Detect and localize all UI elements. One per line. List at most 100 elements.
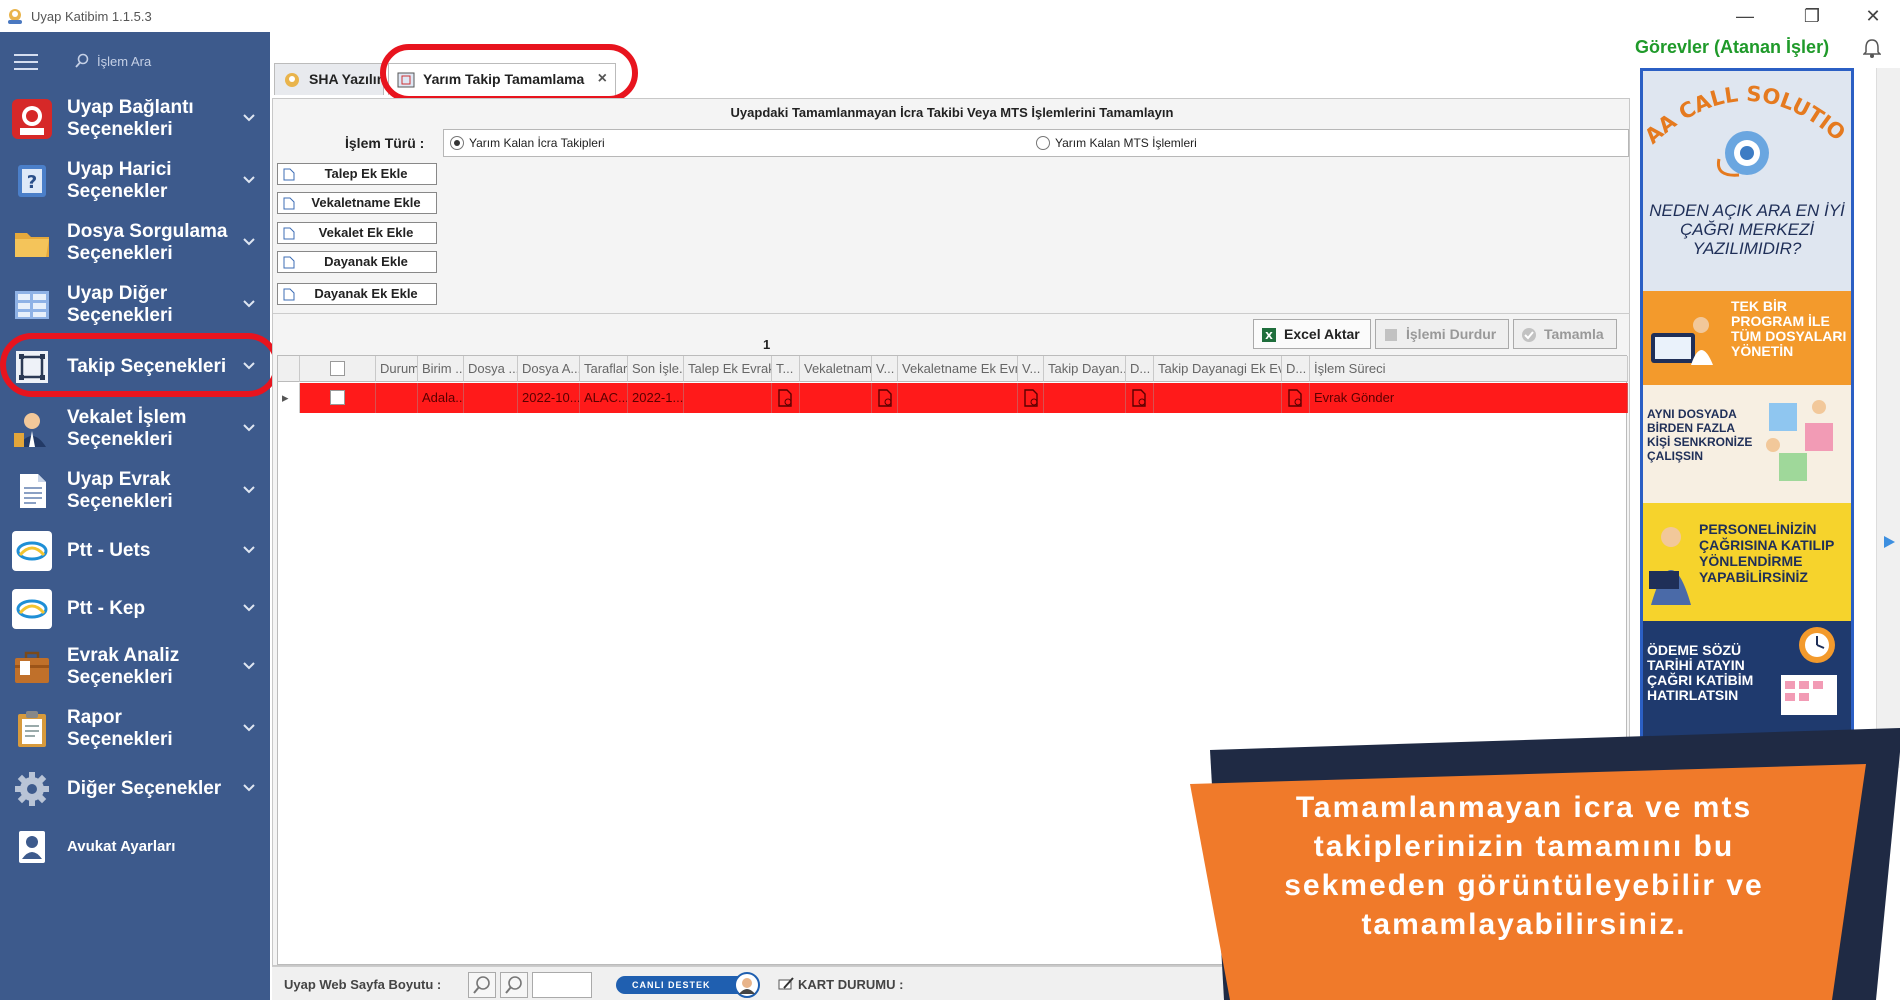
app-logo-icon xyxy=(8,9,22,24)
col-header[interactable]: T... xyxy=(772,356,800,382)
chevron-down-icon xyxy=(243,238,255,246)
dayanak-ekle-button[interactable]: Dayanak Ekle xyxy=(277,251,437,273)
col-header[interactable]: Dosya A... xyxy=(518,356,580,382)
sidebar-item-dosya-sorgulama[interactable]: Dosya Sorgulama Seçenekleri xyxy=(0,214,270,272)
close-button[interactable]: ✕ xyxy=(1858,4,1888,28)
table-cell[interactable] xyxy=(1018,383,1044,413)
ad-banner[interactable]: TAA CALL SOLUTION NEDEN AÇIK ARA EN İYİ … xyxy=(1640,68,1854,764)
vekalet-ek-ekle-button[interactable]: Vekalet Ek Ekle xyxy=(277,222,437,244)
col-header[interactable]: V... xyxy=(1018,356,1044,382)
dayanak-ek-ekle-button[interactable]: Dayanak Ek Ekle xyxy=(277,283,437,305)
sidebar-item-uyap-harici[interactable]: ? Uyap Harici Seçenekler xyxy=(0,152,270,210)
page-size-label: Uyap Web Sayfa Boyutu : xyxy=(284,977,442,992)
table-cell: 2022-1... xyxy=(628,383,684,413)
col-header[interactable]: Dosya ... xyxy=(464,356,518,382)
canli-destek-button[interactable]: CANLI DESTEK xyxy=(616,972,760,998)
col-header[interactable]: Son İşle... xyxy=(628,356,684,382)
row-marker-icon[interactable]: ▸ xyxy=(278,383,300,413)
col-header[interactable]: İşlem Süreci xyxy=(1310,356,1628,382)
sidebar-item-label: Avukat Ayarları xyxy=(67,838,176,855)
select-all-header[interactable] xyxy=(300,356,376,382)
zoom-in-button[interactable] xyxy=(500,972,528,998)
grid-header: Durum Birim ... Dosya ... Dosya A... Tar… xyxy=(278,356,1628,382)
sidebar-item-diger[interactable]: Diğer Seçenekler xyxy=(0,760,270,818)
bell-icon[interactable] xyxy=(1863,38,1881,58)
kart-durumu-label: KART DURUMU : xyxy=(798,977,904,992)
sidebar-item-ptt-uets[interactable]: Ptt - Uets xyxy=(0,522,270,580)
sidebar-item-uyap-diger[interactable]: Uyap Diğer Seçenekleri xyxy=(0,276,270,334)
sidebar-item-uyap-baglanti[interactable]: Uyap Bağlantı Seçenekleri xyxy=(0,90,270,148)
ad-illustration-3 xyxy=(1649,527,1691,605)
chevron-down-icon xyxy=(243,114,255,122)
chevron-down-icon xyxy=(243,300,255,308)
vekaletname-ekle-button[interactable]: Vekaletname Ekle xyxy=(277,192,437,214)
islem-sureci-cell[interactable]: Evrak Gönder xyxy=(1310,383,1628,413)
chevron-down-icon xyxy=(243,176,255,184)
right-scrollbar[interactable] xyxy=(1876,68,1900,768)
zoom-out-button[interactable] xyxy=(468,972,496,998)
sidebar-item-ptt-kep[interactable]: Ptt - Kep xyxy=(0,580,270,638)
doc-attach-icon[interactable] xyxy=(777,389,793,407)
restore-button[interactable]: ❐ xyxy=(1797,4,1827,28)
sidebar-item-avukat-ayarlari[interactable]: Avukat Ayarları xyxy=(0,818,270,876)
col-header[interactable]: Taraflar xyxy=(580,356,628,382)
col-header[interactable]: Vekaletname Ek Evra... xyxy=(898,356,1018,382)
ad-illustration-1 xyxy=(1651,317,1713,365)
row-checkbox[interactable] xyxy=(330,390,345,405)
col-header[interactable]: Durum xyxy=(376,356,418,382)
table-cell[interactable] xyxy=(872,383,898,413)
expand-arrow-icon[interactable] xyxy=(1881,534,1897,550)
sidebar-item-vekalet-islem[interactable]: Vekalet İşlem Seçenekleri xyxy=(0,400,270,458)
col-header[interactable]: Birim ... xyxy=(418,356,464,382)
zoom-icon xyxy=(473,976,490,994)
gorevler-title[interactable]: Görevler (Atanan İşler) xyxy=(1635,37,1829,58)
page-size-field[interactable] xyxy=(532,972,592,998)
sidebar-item-label: Diğer Seçenekler xyxy=(67,778,222,799)
ad-brand-section: TAA CALL SOLUTION NEDEN AÇIK ARA EN İYİ … xyxy=(1643,71,1851,291)
chevron-down-icon xyxy=(243,424,255,432)
radio-mts-islemleri[interactable]: Yarım Kalan MTS İşlemleri xyxy=(1036,136,1197,150)
doc-attach-icon[interactable] xyxy=(1131,389,1147,407)
excel-aktar-button[interactable]: X Excel Aktar xyxy=(1253,319,1371,349)
doc-attach-icon[interactable] xyxy=(1287,389,1303,407)
tab-sha-yazilim[interactable]: SHA Yazılım xyxy=(274,63,384,95)
talep-ek-ekle-button[interactable]: Talep Ek Ekle xyxy=(277,163,437,185)
doc-attach-icon[interactable] xyxy=(877,389,893,407)
minimize-button[interactable]: — xyxy=(1730,4,1760,28)
tamamla-button[interactable]: Tamamla xyxy=(1513,319,1617,349)
select-all-checkbox[interactable] xyxy=(330,361,345,376)
sidebar-search[interactable]: İşlem Ara xyxy=(0,32,270,88)
briefcase-icon xyxy=(15,651,49,683)
ad-brand-logo: TAA CALL SOLUTION xyxy=(1643,71,1850,177)
col-header[interactable]: Talep Ek Evrak... xyxy=(684,356,772,382)
radio-icra-takipleri[interactable]: Yarım Kalan İcra Takipleri xyxy=(450,136,605,150)
button-label: Excel Aktar xyxy=(1284,326,1360,342)
table-cell xyxy=(800,383,872,413)
row-select-cell[interactable] xyxy=(300,383,376,413)
table-cell[interactable] xyxy=(1282,383,1310,413)
search-icon xyxy=(75,53,89,68)
grid-icon xyxy=(15,291,49,319)
table-row[interactable]: ▸ Adala... 2022-10... ALAC... 2022-1... … xyxy=(278,383,1628,413)
document-icon xyxy=(20,474,46,508)
hamburger-menu-icon[interactable] xyxy=(14,54,38,70)
col-header[interactable]: D... xyxy=(1126,356,1154,382)
col-header[interactable]: Vekaletname xyxy=(800,356,872,382)
table-cell[interactable] xyxy=(772,383,800,413)
islemi-durdur-button[interactable]: İşlemi Durdur xyxy=(1375,319,1509,349)
col-header[interactable]: V... xyxy=(872,356,898,382)
ad-text-3: PERSONELİNİZİN ÇAĞRISINA KATILIP YÖNLEND… xyxy=(1699,521,1835,585)
sidebar-item-rapor[interactable]: Rapor Seçenekleri xyxy=(0,700,270,758)
button-label: Vekaletname Ekle xyxy=(311,195,421,210)
chevron-down-icon xyxy=(243,724,255,732)
doc-attach-icon[interactable] xyxy=(1023,389,1039,407)
button-label: Talep Ek Ekle xyxy=(324,166,408,181)
sidebar-item-evrak-analiz[interactable]: Evrak Analiz Seçenekleri xyxy=(0,638,270,696)
col-header[interactable]: D... xyxy=(1282,356,1310,382)
table-cell[interactable] xyxy=(1126,383,1154,413)
attach-doc-icon xyxy=(283,227,295,240)
col-header[interactable]: Takip Dayan... xyxy=(1044,356,1126,382)
table-cell: 2022-10... xyxy=(518,383,580,413)
sidebar-item-uyap-evrak[interactable]: Uyap Evrak Seçenekleri xyxy=(0,462,270,520)
col-header[interactable]: Takip Dayanagi Ek Evr... xyxy=(1154,356,1282,382)
